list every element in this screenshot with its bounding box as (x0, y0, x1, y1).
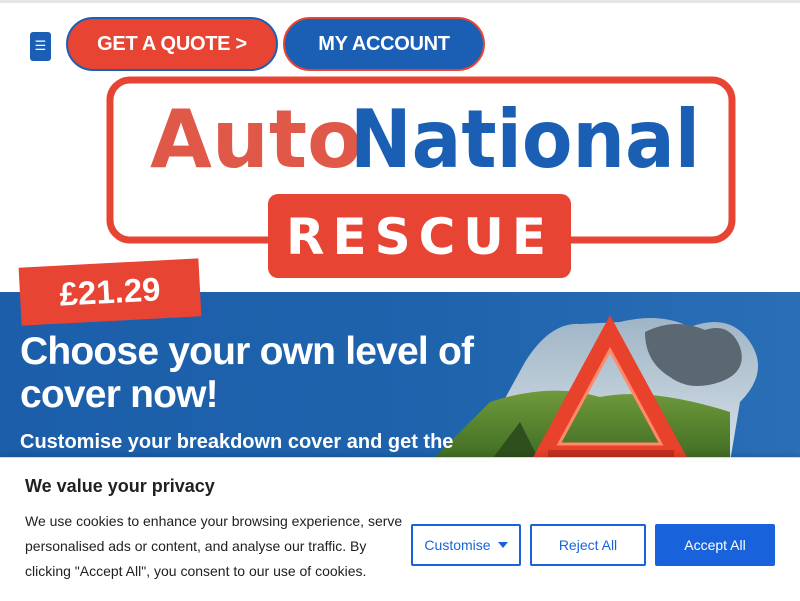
customise-label: Customise (424, 537, 491, 553)
customise-button[interactable]: Customise (411, 524, 521, 566)
cookie-consent-banner: We value your privacy We use cookies to … (0, 457, 800, 601)
cookie-banner-text: We use cookies to enhance your browsing … (25, 513, 403, 579)
hero-title: Choose your own level of cover now! (20, 330, 474, 416)
warning-triangle-photo (430, 315, 758, 462)
logo-rescue-text: RESCUE (286, 208, 554, 266)
autonational-rescue-logo[interactable]: Auto National RESCUE (0, 0, 800, 290)
caret-down-icon (497, 542, 508, 548)
cookie-banner-title: We value your privacy (25, 476, 215, 496)
reject-all-button[interactable]: Reject All (530, 524, 646, 566)
logo-auto-text: Auto (150, 93, 362, 186)
hero-subtitle: Customise your breakdown cover and get t… (20, 431, 454, 453)
price-badge: £21.29 (18, 258, 202, 326)
logo-national-text: National (350, 93, 700, 186)
accept-all-button[interactable]: Accept All (655, 524, 775, 566)
